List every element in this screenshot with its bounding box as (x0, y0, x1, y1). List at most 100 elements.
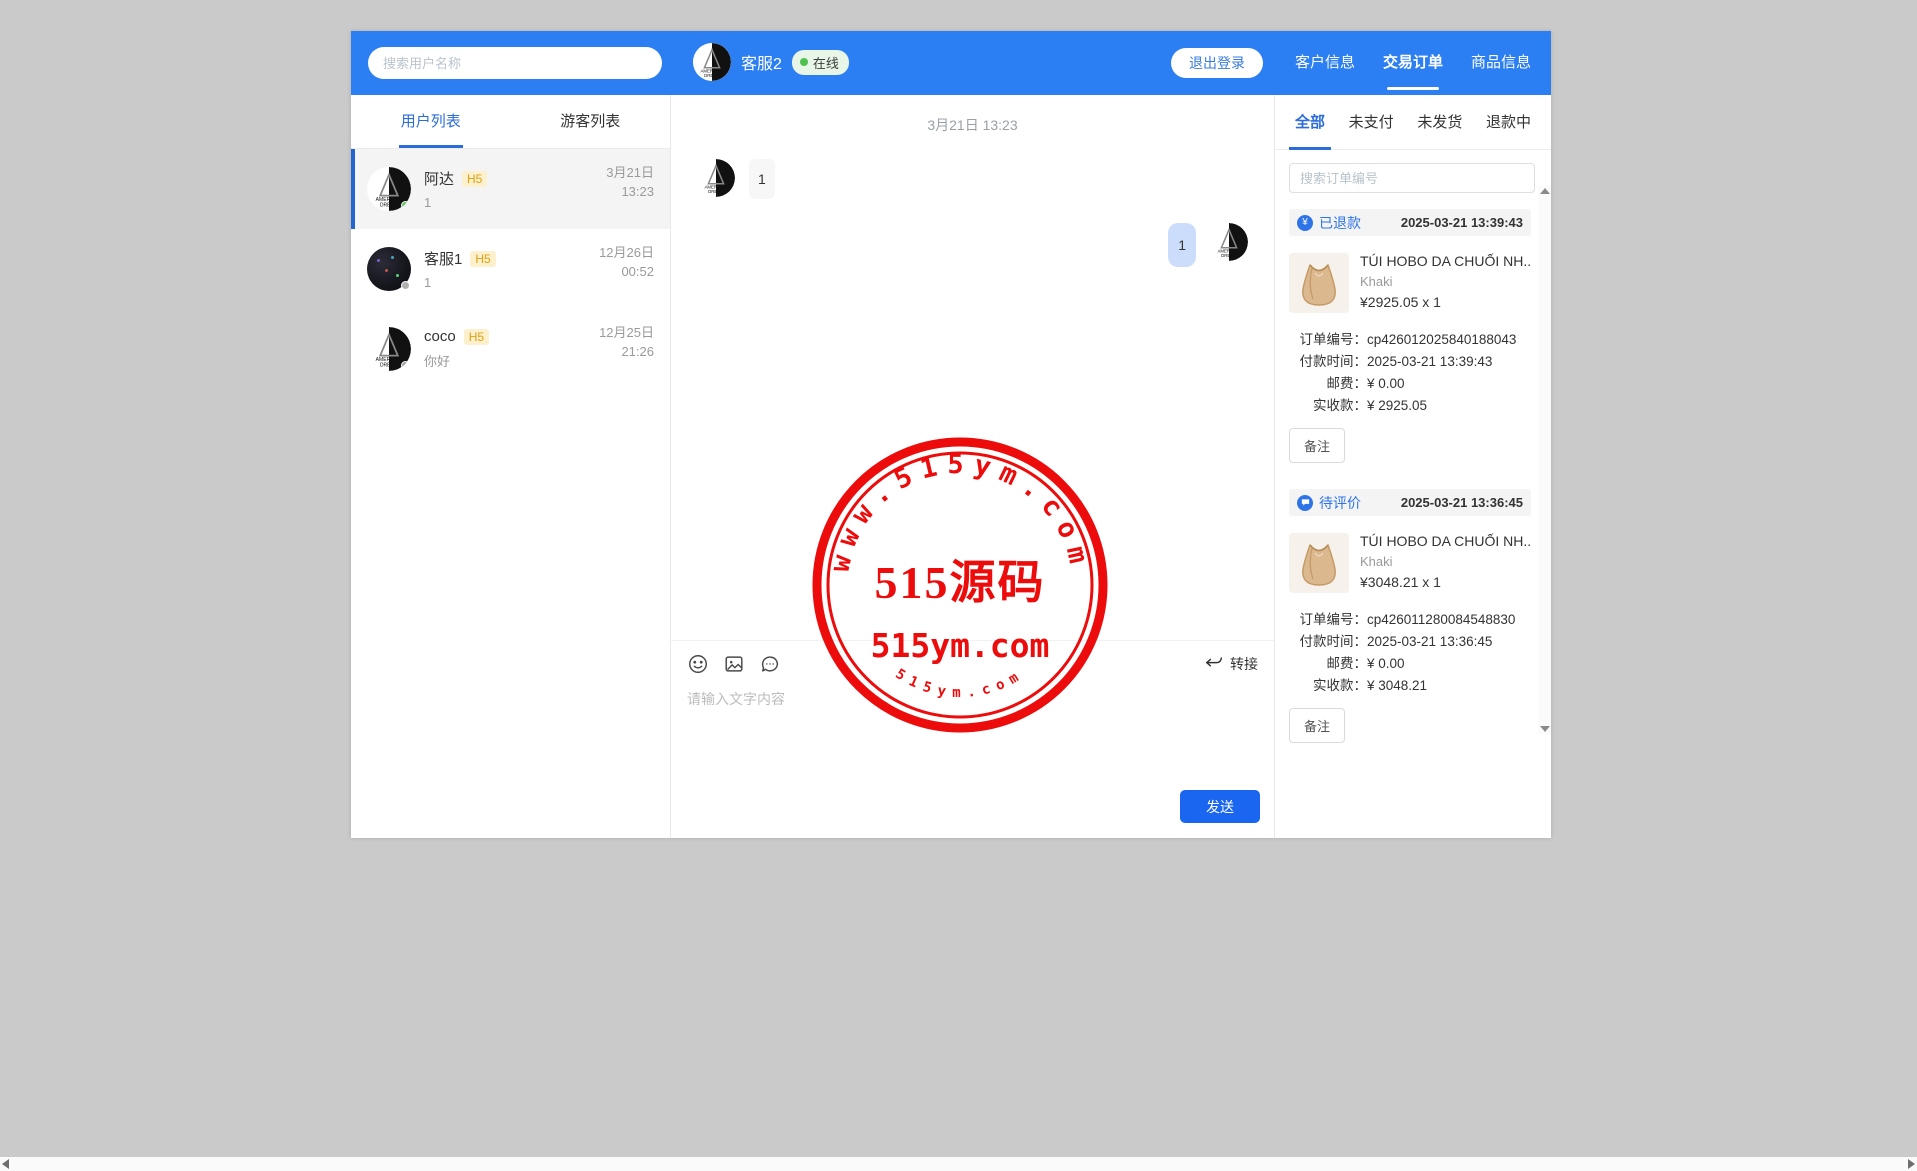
note-button[interactable]: 备注 (1289, 708, 1346, 743)
channel-badge: H5 (463, 328, 490, 345)
chat-date-label: 3月21日 13:23 (927, 117, 1018, 133)
scroll-up-icon[interactable] (1539, 188, 1550, 194)
american-dream-logo-icon: AMERICAN DREAM (693, 43, 731, 81)
last-message: 你好 (424, 354, 451, 369)
order-timestamp: 2025-03-21 13:36:45 (1400, 495, 1523, 510)
refund-status-icon: ¥ (1297, 214, 1313, 231)
order-field-row: 实收款： ¥ 2925.05 (1289, 395, 1531, 417)
order-field-row: 付款时间： 2025-03-21 13:39:43 (1289, 351, 1531, 373)
orders-scrollbar[interactable] (1538, 185, 1551, 735)
logout-button[interactable]: 退出登录 (1171, 48, 1263, 78)
agent-avatar: AMERICAN DREAM (1210, 223, 1248, 261)
order-product[interactable]: TÚI HOBO DA CHUỐI NH... Khaki ¥3048.21 x… (1289, 533, 1531, 593)
message-input[interactable] (687, 689, 1258, 789)
svg-text:DREAM: DREAM (1221, 253, 1237, 258)
online-dot-icon (799, 58, 808, 66)
online-dot-icon (401, 201, 410, 210)
header-nav: 客户信息 交易订单 商品信息 (1295, 31, 1531, 95)
order-list: ¥ 已退款 2025-03-21 13:39:43 TÚI HOBO DA CH… (1275, 197, 1551, 769)
chat-toolbar: 转接 (687, 653, 1258, 675)
order-field-row: 订单编号： cp426012025840188043 (1289, 329, 1531, 351)
note-button[interactable]: 备注 (1289, 428, 1346, 463)
order-card-header: 待评价 2025-03-21 13:36:45 (1289, 489, 1531, 516)
tab-refunding[interactable]: 退款中 (1486, 95, 1531, 150)
message-list: 3月21日 13:23 AMERICAN DREAM 1 1 AMERICAN … (671, 95, 1274, 640)
last-message-time: 12月25日 21:26 (599, 325, 654, 359)
user-list-sidebar: 用户列表 游客列表 AMERICAN DREAM 阿达 H5 1 3月21日 1… (351, 95, 671, 838)
last-message: 1 (424, 195, 432, 210)
user-name: 客服1 (424, 251, 463, 268)
order-tabs: 全部 未支付 未发货 退款中 (1275, 95, 1551, 150)
amount-received: ¥ 2925.05 (1367, 398, 1428, 413)
svg-text:DREAM: DREAM (708, 189, 724, 194)
user-name: 阿达 (424, 171, 455, 188)
last-message-time: 3月21日 13:23 (606, 165, 654, 199)
order-product[interactable]: TÚI HOBO DA CHUỐI NH... Khaki ¥2925.05 x… (1289, 253, 1531, 313)
tab-user-list[interactable]: 用户列表 (351, 95, 511, 148)
scroll-down-icon[interactable] (1539, 726, 1550, 732)
product-title: TÚI HOBO DA CHUỐI NH... (1360, 253, 1531, 269)
order-number: cp426012025840188043 (1367, 332, 1517, 347)
transfer-button[interactable]: 转接 (1204, 654, 1258, 674)
sidebar-tabs: 用户列表 游客列表 (351, 95, 670, 149)
send-button[interactable]: 发送 (1180, 790, 1260, 823)
channel-badge: H5 (470, 250, 496, 267)
payment-time: 2025-03-21 13:36:45 (1367, 634, 1493, 649)
scroll-left-icon[interactable] (2, 1159, 9, 1169)
quick-reply-icon[interactable] (759, 653, 781, 675)
order-search-input[interactable] (1289, 163, 1535, 193)
order-field-row: 邮费： ¥ 0.00 (1289, 653, 1531, 675)
svg-text:DREAM: DREAM (704, 73, 720, 78)
tab-all-orders[interactable]: 全部 (1295, 95, 1325, 150)
product-title: TÚI HOBO DA CHUỐI NH... (1360, 533, 1531, 549)
product-price-qty: ¥3048.21 x 1 (1360, 574, 1441, 590)
american-dream-logo-icon: AMERICAN DREAM (697, 159, 735, 197)
message-bubble: 1 (749, 159, 775, 199)
tab-unpaid[interactable]: 未支付 (1349, 95, 1394, 150)
offline-dot-icon (401, 281, 410, 290)
user-list-item[interactable]: AMERICAN DREAM 阿达 H5 1 3月21日 13:23 (351, 149, 670, 229)
header: AMERICAN DREAM 客服2 在线 退出登录 客户信息 交易订单 商品信… (351, 31, 1551, 95)
online-label: 在线 (812, 55, 839, 71)
order-field-row: 付款时间： 2025-03-21 13:36:45 (1289, 631, 1531, 653)
order-number: cp426011280084548830 (1367, 612, 1516, 627)
amount-received: ¥ 3048.21 (1367, 678, 1428, 693)
user-name: coco (424, 328, 456, 345)
payment-time: 2025-03-21 13:39:43 (1367, 354, 1493, 369)
user-list-item[interactable]: 客服1 H5 1 12月26日 00:52 (351, 229, 670, 309)
agent-avatar: AMERICAN DREAM (693, 43, 731, 81)
user-avatar: AMERICAN DREAM (367, 327, 411, 371)
nav-product-info[interactable]: 商品信息 (1471, 31, 1531, 95)
image-upload-icon[interactable] (723, 653, 745, 675)
product-image (1289, 253, 1349, 313)
order-timestamp: 2025-03-21 13:39:43 (1400, 215, 1523, 230)
tab-unshipped[interactable]: 未发货 (1417, 95, 1462, 150)
outgoing-message-row: 1 AMERICAN DREAM (671, 223, 1274, 267)
emoji-icon[interactable] (687, 653, 709, 675)
order-search (1289, 163, 1535, 193)
tab-guest-list[interactable]: 游客列表 (511, 95, 671, 148)
chat-input-area: 转接 发送 (671, 640, 1274, 838)
nav-trade-orders[interactable]: 交易订单 (1383, 31, 1443, 95)
last-message: 1 (424, 275, 432, 290)
agent-info: AMERICAN DREAM 客服2 在线 (693, 43, 849, 81)
scroll-right-icon[interactable] (1908, 1159, 1915, 1169)
svg-text:DREAM: DREAM (380, 363, 398, 369)
order-card: ¥ 已退款 2025-03-21 13:39:43 TÚI HOBO DA CH… (1289, 209, 1531, 463)
user-list-item[interactable]: AMERICAN DREAM coco H5 你好 12月25日 21:26 (351, 309, 670, 389)
product-image (1289, 533, 1349, 593)
transfer-label: 转接 (1230, 656, 1258, 672)
order-field-row: 订单编号： cp426011280084548830 (1289, 609, 1531, 631)
incoming-message-row: AMERICAN DREAM 1 (671, 159, 1274, 199)
nav-customer-info[interactable]: 客户信息 (1295, 31, 1355, 95)
message-bubble: 1 (1168, 223, 1196, 267)
user-search-input[interactable] (368, 47, 662, 79)
order-field-row: 实收款： ¥ 3048.21 (1289, 675, 1531, 697)
transfer-arrow-icon (1206, 657, 1222, 667)
hobo-bag-icon (1302, 544, 1336, 586)
channel-badge: H5 (462, 170, 488, 187)
page-horizontal-scrollbar[interactable] (0, 1157, 1917, 1171)
user-avatar (367, 247, 411, 291)
order-status: ¥ 已退款 (1297, 213, 1361, 233)
orders-panel: 全部 未支付 未发货 退款中 ¥ 已退款 2025-03-21 13:39:43 (1274, 95, 1551, 838)
